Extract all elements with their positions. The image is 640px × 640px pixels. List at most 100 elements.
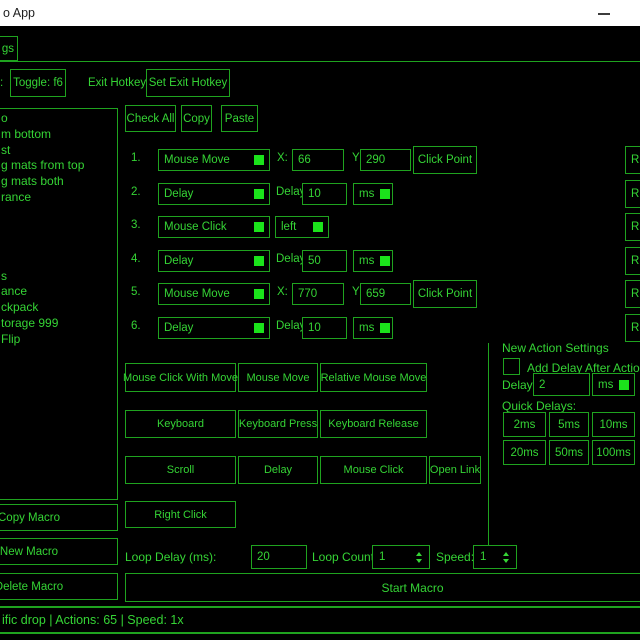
dropdown-indicator-icon	[380, 323, 390, 333]
palette-mouse-click-button[interactable]: Mouse Click	[320, 456, 427, 484]
spinner-up-icon[interactable]	[503, 552, 509, 556]
quick-delay-10ms-button[interactable]: 10ms	[592, 412, 635, 437]
action-number: 4.	[131, 253, 141, 265]
palette-mouse-click-with-move-button[interactable]: Mouse Click With Move	[125, 363, 236, 392]
menu-tab-settings[interactable]: gs	[0, 36, 18, 61]
click-point-button[interactable]: Click Point	[413, 280, 477, 308]
add-delay-checkbox[interactable]	[503, 358, 520, 375]
set-exit-hotkey-button[interactable]: Set Exit Hotkey	[146, 69, 230, 97]
new-macro-button[interactable]: New Macro	[0, 538, 118, 565]
x-label: X:	[277, 152, 288, 164]
palette-relative-mouse-move-button[interactable]: Relative Mouse Move	[320, 363, 427, 392]
delay-input[interactable]	[302, 250, 347, 272]
y-input[interactable]	[360, 149, 411, 171]
action-row: 6. Delay Delay ms R	[0, 314, 640, 342]
unit-dropdown[interactable]: ms	[353, 183, 393, 205]
action-type-dropdown[interactable]: Mouse Move	[158, 283, 270, 305]
remove-action-button[interactable]: R	[625, 280, 640, 308]
quick-delay-2ms-button[interactable]: 2ms	[503, 412, 546, 437]
action-number: 2.	[131, 186, 141, 198]
remove-action-button[interactable]: R	[625, 314, 640, 342]
remove-action-button[interactable]: R	[625, 180, 640, 208]
mouse-button-dropdown[interactable]: left	[275, 216, 329, 238]
exit-hotkey-label: Exit Hotkey:	[88, 77, 149, 89]
action-row: 1. Mouse Move X: Y: Click Point R	[0, 146, 640, 174]
macro-list-item[interactable]: m bottom	[1, 127, 117, 143]
app-window: o App gs : Toggle: f6 Exit Hotkey: Set E…	[0, 0, 640, 640]
x-label: X:	[277, 286, 288, 298]
delay-input[interactable]	[302, 183, 347, 205]
action-type-dropdown[interactable]: Mouse Click	[158, 216, 270, 238]
spinner-down-icon[interactable]	[503, 559, 509, 563]
palette-keyboard-release-button[interactable]: Keyboard Release	[320, 410, 427, 438]
palette-mouse-move-button[interactable]: Mouse Move	[238, 363, 318, 392]
dropdown-indicator-icon	[619, 380, 629, 390]
minimize-icon[interactable]	[598, 13, 610, 15]
dropdown-indicator-icon	[380, 189, 390, 199]
action-number: 6.	[131, 320, 141, 332]
action-row: 4. Delay Delay ms R	[0, 247, 640, 275]
delay-input[interactable]	[302, 317, 347, 339]
spinner-up-icon[interactable]	[416, 552, 422, 556]
stepper-arrows	[416, 552, 422, 563]
action-number: 1.	[131, 152, 141, 164]
palette-open-link-button[interactable]: Open Link	[429, 456, 481, 484]
action-type-dropdown[interactable]: Delay	[158, 183, 270, 205]
delay-label: Delay	[276, 320, 305, 332]
menubar-divider	[0, 61, 640, 62]
palette-keyboard-press-button[interactable]: Keyboard Press	[238, 410, 318, 438]
window-title: o App	[3, 6, 35, 20]
copy-macro-button[interactable]: Copy Macro	[0, 504, 118, 531]
palette-right-click-button[interactable]: Right Click	[125, 501, 236, 528]
nas-delay-input[interactable]	[533, 373, 590, 396]
click-point-button[interactable]: Click Point	[413, 146, 477, 174]
quick-delays-label: Quick Delays:	[502, 399, 576, 413]
unit-dropdown[interactable]: ms	[353, 250, 393, 272]
remove-action-button[interactable]: R	[625, 146, 640, 174]
y-input[interactable]	[360, 283, 411, 305]
start-macro-button[interactable]: Start Macro	[125, 573, 640, 602]
stepper-arrows	[503, 552, 509, 563]
dropdown-indicator-icon	[254, 189, 264, 199]
toggle-hotkey-label: :	[0, 77, 3, 89]
macro-list-item[interactable]: o	[1, 111, 117, 127]
action-type-dropdown[interactable]: Delay	[158, 317, 270, 339]
copy-button[interactable]: Copy	[181, 105, 212, 132]
palette-keyboard-button[interactable]: Keyboard	[125, 410, 236, 438]
dropdown-indicator-icon	[254, 289, 264, 299]
x-input[interactable]	[292, 149, 344, 171]
action-type-dropdown[interactable]: Mouse Move	[158, 149, 270, 171]
loop-delay-label: Loop Delay (ms):	[125, 550, 216, 564]
spinner-down-icon[interactable]	[416, 559, 422, 563]
delete-macro-button[interactable]: Delete Macro	[0, 573, 118, 600]
dropdown-indicator-icon	[313, 222, 323, 232]
action-row: 3. Mouse Click left R	[0, 213, 640, 241]
paste-button[interactable]: Paste	[221, 105, 258, 132]
palette-scroll-button[interactable]: Scroll	[125, 456, 236, 484]
dropdown-indicator-icon	[380, 256, 390, 266]
loop-delay-input[interactable]	[251, 545, 307, 569]
remove-action-button[interactable]: R	[625, 247, 640, 275]
new-action-settings-title: New Action Settings	[502, 341, 609, 355]
unit-dropdown[interactable]: ms	[353, 317, 393, 339]
action-number: 5.	[131, 286, 141, 298]
action-row: 2. Delay Delay ms R	[0, 180, 640, 208]
palette-delay-button[interactable]: Delay	[238, 456, 318, 484]
quick-delay-20ms-button[interactable]: 20ms	[503, 440, 546, 465]
quick-delay-100ms-button[interactable]: 100ms	[592, 440, 635, 465]
nas-delay-label: Delay:	[502, 378, 536, 392]
titlebar: o App	[0, 0, 640, 26]
remove-action-button[interactable]: R	[625, 213, 640, 241]
action-type-dropdown[interactable]: Delay	[158, 250, 270, 272]
nas-unit-dropdown[interactable]: ms	[592, 373, 635, 396]
check-all-button[interactable]: Check All	[125, 105, 176, 132]
quick-delay-5ms-button[interactable]: 5ms	[549, 412, 589, 437]
action-row: 5. Mouse Move X: Y: Click Point R	[0, 280, 640, 308]
x-input[interactable]	[292, 283, 344, 305]
speed-label: Speed:	[436, 550, 474, 564]
toggle-hotkey-button[interactable]: Toggle: f6	[10, 69, 66, 97]
dropdown-indicator-icon	[254, 256, 264, 266]
loop-count-stepper[interactable]: 1	[372, 545, 430, 569]
speed-stepper[interactable]: 1	[473, 545, 517, 569]
quick-delay-50ms-button[interactable]: 50ms	[549, 440, 589, 465]
